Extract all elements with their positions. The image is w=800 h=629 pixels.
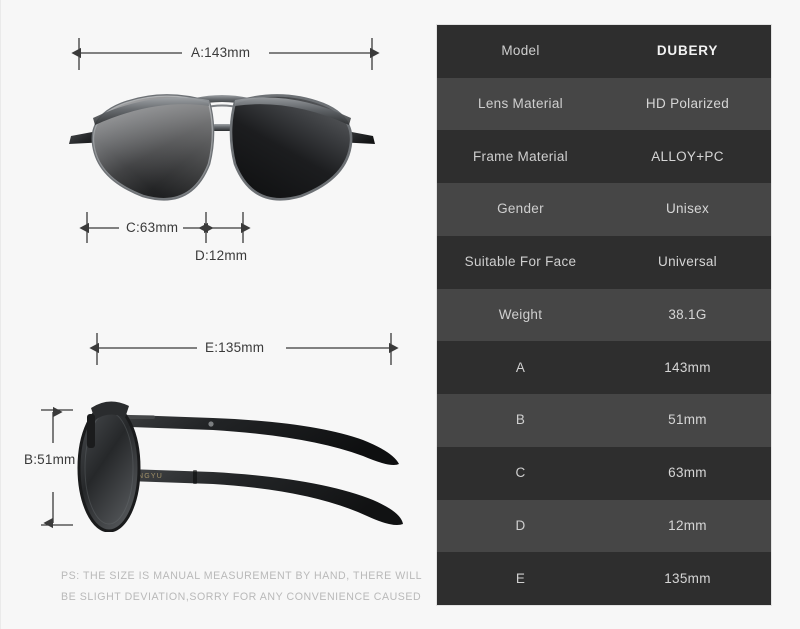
spec-value: 38.1G [668, 306, 707, 322]
table-row: A 143mm [437, 341, 771, 395]
spec-value: 135mm [664, 570, 711, 586]
spec-value: Unisex [665, 201, 710, 217]
spec-label: Suitable For Face [464, 254, 577, 270]
spec-value: 12mm [668, 517, 707, 533]
spec-value: 143mm [664, 359, 711, 375]
sunglasses-front-view-image [63, 78, 381, 206]
spec-label: A [515, 359, 526, 375]
table-row: Suitable For Face Universal [437, 235, 771, 289]
spec-value: DUBERY [656, 43, 719, 59]
table-row: B 51mm [437, 394, 771, 447]
spec-label: Lens Material [478, 96, 563, 111]
spec-label: Gender [497, 201, 544, 217]
spec-label: D [515, 517, 526, 533]
spec-value: ALLOY+PC [651, 148, 724, 164]
dimension-label-c: C:63mm [121, 220, 184, 235]
table-row: C 63mm [437, 446, 771, 500]
table-row: Model DUBERY [437, 25, 771, 78]
product-spec-sheet: A:143mm C:63mm D:12mm E:135mm B:51mm XIN… [0, 0, 800, 629]
spec-value: Universal [658, 254, 717, 270]
sunglasses-side-view-image: XINGYU [63, 392, 403, 533]
dimension-label-a: A:143mm [186, 45, 256, 60]
specification-table: Model DUBERY Lens Material HD Polarized … [437, 25, 771, 606]
table-row: E 135mm [437, 552, 771, 606]
spec-label: C [515, 465, 526, 481]
dimension-label-e: E:135mm [200, 340, 270, 355]
dimension-label-d: D:12mm [190, 248, 253, 263]
spec-value: 51mm [668, 412, 707, 428]
table-row: Weight 38.1G [437, 288, 771, 342]
spec-value: 63mm [668, 465, 707, 481]
spec-label: E [515, 570, 526, 586]
table-row: D 12mm [437, 499, 771, 553]
spec-label: B [515, 412, 526, 428]
illustration-panel: A:143mm C:63mm D:12mm E:135mm B:51mm XIN… [1, 0, 431, 629]
spec-label: Model [501, 43, 540, 59]
table-row: Frame Material ALLOY+PC [437, 130, 771, 184]
table-row: Lens Material HD Polarized [437, 77, 771, 131]
spec-value: HD Polarized [645, 96, 730, 111]
disclaimer-line-1: PS: THE SIZE IS MANUAL MEASUREMENT BY HA… [61, 570, 423, 582]
measurement-disclaimer: PS: THE SIZE IS MANUAL MEASUREMENT BY HA… [61, 566, 423, 608]
spec-label: Frame Material [473, 148, 568, 164]
table-row: Gender Unisex [437, 183, 771, 236]
spec-label: Weight [498, 306, 543, 322]
disclaimer-line-2: BE SLIGHT DEVIATION,SORRY FOR ANY CONVEN… [61, 591, 422, 603]
